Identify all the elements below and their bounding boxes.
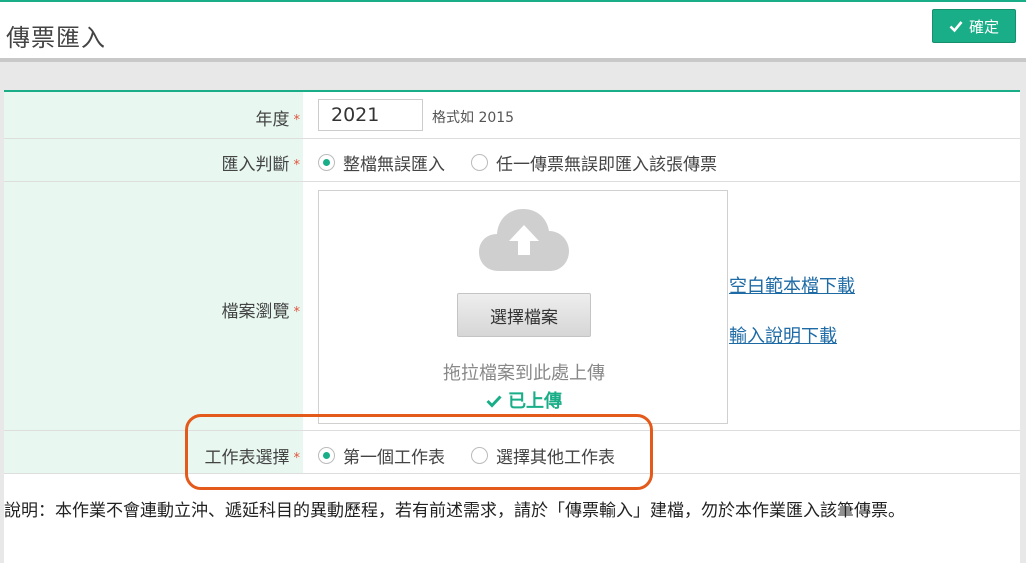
page-header: 傳票匯入 確定 — [0, 2, 1026, 58]
drop-instruction: 拖拉檔案到此處上傳 — [443, 363, 605, 384]
instructions-download-link[interactable]: 輸入說明下載 — [729, 322, 837, 348]
year-input[interactable] — [318, 99, 423, 131]
check-icon — [486, 395, 502, 408]
import-mode-label: 匯入判斷 * — [221, 155, 301, 175]
page-title: 傳票匯入 — [6, 24, 106, 52]
radio-circle — [471, 154, 488, 171]
import-mode-radio-group: 整檔無誤匯入 任一傳票無誤即匯入該張傳票 — [318, 150, 743, 175]
row-divider — [4, 181, 1020, 182]
uploaded-status: 已上傳 — [319, 387, 729, 413]
year-label: 年度 * — [255, 110, 301, 130]
template-download-link[interactable]: 空白範本檔下載 — [729, 272, 855, 298]
confirm-button[interactable]: 確定 — [932, 9, 1016, 43]
radio-whole-file[interactable]: 整檔無誤匯入 — [318, 150, 445, 175]
required-mark: * — [293, 112, 301, 128]
radio-circle-checked — [318, 154, 335, 171]
file-dropzone[interactable]: 選擇檔案 拖拉檔案到此處上傳 已上傳 — [318, 190, 728, 424]
row-divider — [4, 138, 1020, 139]
cloud-upload-icon — [479, 209, 569, 271]
required-mark: * — [293, 157, 301, 173]
radio-label: 整檔無誤匯入 — [343, 155, 445, 175]
file-browse-label: 檔案瀏覽 * — [221, 302, 301, 322]
highlight-annotation — [185, 414, 653, 490]
radio-label: 任一傳票無誤即匯入該張傳票 — [496, 155, 717, 175]
confirm-label: 確定 — [968, 17, 999, 36]
note-text: 說明：本作業不會連動立沖、遞延科目的異動歷程，若有前述需求，請於「傳票輸入」建檔… — [4, 501, 905, 521]
required-mark: * — [293, 304, 301, 320]
check-icon — [949, 21, 963, 33]
year-format-hint: 格式如 2015 — [432, 110, 515, 126]
radio-per-voucher[interactable]: 任一傳票無誤即匯入該張傳票 — [471, 150, 717, 175]
choose-file-button[interactable]: 選擇檔案 — [457, 293, 591, 337]
